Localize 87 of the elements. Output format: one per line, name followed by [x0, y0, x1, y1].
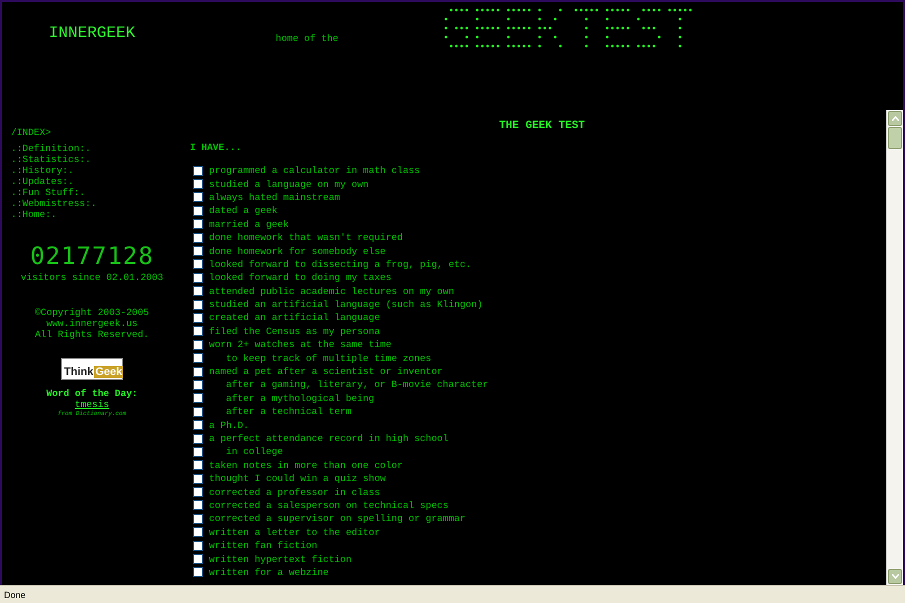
- word-of-day-label: Word of the Day:: [46, 388, 138, 399]
- checkbox-label: in college: [225, 446, 284, 458]
- checkbox-label: to keep track of multiple time zones: [225, 352, 432, 364]
- checkbox-label: done homework that wasn't required: [209, 232, 403, 244]
- checkbox-label: done homework for somebody else: [209, 246, 386, 257]
- checkbox[interactable]: [193, 166, 203, 176]
- checkbox-label: corrected a professor in class: [209, 486, 380, 498]
- checkbox-label: written fan fiction: [209, 540, 318, 552]
- nav-link[interactable]: .:Updates:.: [11, 176, 74, 187]
- scroll-thumb[interactable]: [888, 127, 902, 149]
- site-name: INNERGEEK: [48, 24, 136, 42]
- checkbox[interactable]: [193, 434, 203, 444]
- scrollbar[interactable]: [886, 110, 903, 585]
- checkbox[interactable]: [193, 312, 203, 323]
- checkbox-label: dated a geek: [209, 205, 278, 216]
- checkbox-label: corrected a salesperson on technical specs: [209, 500, 448, 511]
- checkbox[interactable]: [193, 393, 203, 404]
- checkbox-label: taken notes in more than one color: [209, 460, 403, 471]
- intro-text: I HAVE...: [190, 142, 242, 153]
- checkbox[interactable]: [193, 460, 203, 470]
- scroll-down-button[interactable]: [888, 569, 902, 584]
- logo[interactable]: Think Geek: [61, 358, 123, 380]
- checkbox[interactable]: [193, 420, 203, 430]
- checkbox-label: always hated mainstream: [209, 192, 340, 203]
- checkbox-label: worn 2+ watches at the same time: [209, 339, 392, 350]
- nav-link[interactable]: .:History:.: [11, 165, 74, 176]
- copyright-line: All Rights Reserved.: [34, 329, 150, 340]
- checkbox[interactable]: [193, 540, 203, 551]
- checkbox[interactable]: [193, 366, 203, 377]
- checkbox[interactable]: [193, 474, 203, 484]
- nav-link[interactable]: .:Fun Stuff:.: [11, 187, 86, 198]
- nav-link[interactable]: .:Home:.: [11, 209, 57, 220]
- checkbox-label: named a pet after a scientist or inventor: [209, 366, 443, 378]
- checkbox-label: attended public academic lectures on my own: [209, 286, 454, 297]
- page-title: THE GEEK TEST: [498, 120, 586, 132]
- checkbox[interactable]: [193, 219, 203, 230]
- checkbox-label: a Ph.D.: [209, 420, 249, 431]
- checkbox[interactable]: [193, 446, 203, 457]
- copyright-line: www.innergeek.us: [46, 318, 138, 329]
- checkbox-label: written hypertext fiction: [209, 554, 352, 565]
- checkbox[interactable]: [193, 380, 203, 390]
- checkbox[interactable]: [193, 326, 203, 336]
- checkbox-label: looked forward to dissecting a frog, pig, etc.: [209, 258, 472, 270]
- checkbox[interactable]: [193, 567, 203, 578]
- checkbox-label: written for a webzine: [209, 566, 329, 578]
- nav-link[interactable]: .:Statistics:.: [11, 154, 91, 165]
- copyright-line: ©Copyright 2003-2005: [34, 307, 150, 318]
- checkbox[interactable]: [193, 406, 203, 417]
- checkbox-label: married a geek: [209, 218, 289, 230]
- checkbox[interactable]: [193, 340, 203, 350]
- checkbox[interactable]: [193, 192, 203, 202]
- checkbox-label: a perfect attendance record in high school: [209, 433, 448, 444]
- checkbox-label: written a letter to the editor: [209, 526, 380, 538]
- scroll-up-button[interactable]: [888, 111, 902, 126]
- checkbox[interactable]: [193, 527, 203, 538]
- checkbox[interactable]: [193, 259, 203, 270]
- checkbox[interactable]: [193, 487, 203, 498]
- checkbox-label: programmed a calculator in math class: [209, 165, 420, 176]
- checkbox[interactable]: [193, 179, 203, 190]
- checkbox-label: looked forward to doing my taxes: [209, 272, 392, 284]
- checkbox-label: created an artificial language: [209, 312, 380, 324]
- checkbox-label: after a gaming, literary, or B-movie character: [225, 379, 488, 390]
- checkbox[interactable]: [193, 300, 203, 310]
- checkbox[interactable]: [193, 353, 203, 364]
- nav-link[interactable]: .:Webmistress:.: [11, 198, 97, 209]
- checkbox-label: studied a language on my own: [209, 178, 369, 190]
- counter-caption: visitors since 02.01.2003: [20, 272, 164, 283]
- checkbox[interactable]: [193, 232, 203, 243]
- checkbox[interactable]: [193, 554, 203, 564]
- checkbox[interactable]: [193, 514, 203, 524]
- tagline: home of the: [274, 33, 340, 44]
- status-bar: Done: [0, 585, 905, 603]
- nav-link[interactable]: .:Definition:.: [11, 143, 91, 154]
- checkbox-label: thought I could win a quiz show: [209, 473, 386, 484]
- checkbox-label: studied an artificial language (such as Klingon): [209, 299, 483, 310]
- checkbox[interactable]: [193, 286, 203, 296]
- checkbox-label: corrected a supervisor on spelling or grammar: [209, 513, 466, 524]
- checkbox[interactable]: [193, 246, 203, 256]
- visitor-counter: 02177128: [30, 242, 154, 270]
- checkbox[interactable]: [193, 500, 203, 510]
- word-link[interactable]: tmesis: [74, 399, 110, 410]
- checkbox-label: after a technical term: [225, 406, 352, 418]
- checkbox-label: after a mythological being: [225, 392, 374, 404]
- checkbox[interactable]: [193, 272, 203, 283]
- index-label: /INDEX>: [11, 127, 52, 138]
- checkbox-label: filed the Census as my persona: [209, 326, 380, 337]
- checkbox[interactable]: [193, 206, 203, 216]
